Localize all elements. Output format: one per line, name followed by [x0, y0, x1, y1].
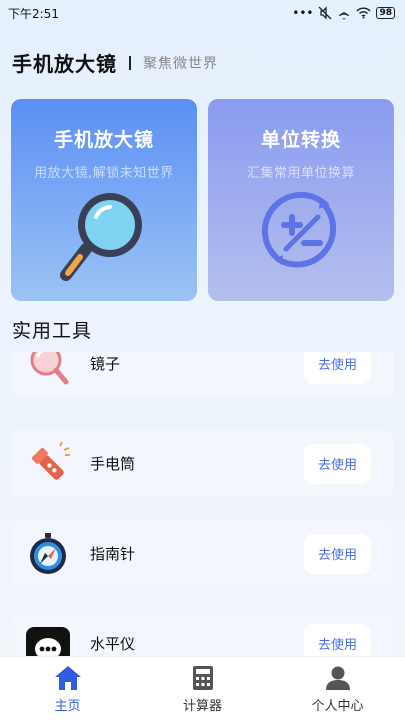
- page-subtitle: 聚焦微世界: [143, 55, 218, 72]
- status-bar: 下午2:51 ••• 98: [0, 0, 405, 26]
- home-icon: [54, 666, 81, 690]
- tool-list[interactable]: 镜子 去使用 手电筒 去使用 指南针 去使用 水平仪 去使用: [0, 352, 405, 656]
- unit-convert-icon: [261, 191, 337, 268]
- more-dots-icon: •••: [292, 6, 314, 20]
- nav-label-profile: 个人中心: [311, 699, 364, 714]
- flashlight-icon: [25, 441, 71, 487]
- card-title: 单位转换: [260, 129, 341, 151]
- bottom-nav: 主页 计算器 个人中心: [0, 656, 405, 720]
- battery-indicator: 98: [376, 7, 395, 19]
- wifi-icon: [356, 7, 371, 19]
- person-icon: [325, 666, 350, 690]
- tool-row-flashlight[interactable]: 手电筒 去使用: [11, 430, 394, 497]
- mute-icon: [319, 6, 332, 20]
- level-icon: [25, 621, 71, 656]
- nav-label-home: 主页: [54, 699, 81, 714]
- mirror-icon: [25, 352, 71, 387]
- tool-name: 镜子: [90, 355, 121, 373]
- nav-item-home[interactable]: 主页: [0, 657, 135, 720]
- nav-item-profile[interactable]: 个人中心: [270, 657, 405, 720]
- tool-row-mirror[interactable]: 镜子 去使用: [11, 352, 394, 397]
- calculator-icon: [192, 666, 213, 690]
- use-button-mirror[interactable]: 去使用: [304, 352, 371, 384]
- nav-label-calculator: 计算器: [182, 699, 222, 714]
- header: 手机放大镜 聚焦微世界: [12, 48, 218, 77]
- header-divider: [129, 55, 131, 70]
- tool-row-level[interactable]: 水平仪 去使用: [11, 610, 394, 656]
- nav-item-calculator[interactable]: 计算器: [135, 657, 270, 720]
- magnifier-card[interactable]: 手机放大镜 用放大镜,解锁未知世界: [11, 99, 197, 301]
- card-desc: 用放大镜,解锁未知世界: [34, 166, 174, 181]
- tool-row-compass[interactable]: 指南针 去使用: [11, 520, 394, 587]
- status-icons: ••• 98: [292, 6, 395, 20]
- magnifier-icon: [60, 193, 142, 281]
- use-button-flashlight[interactable]: 去使用: [304, 443, 371, 484]
- use-button-compass[interactable]: 去使用: [304, 533, 371, 574]
- page-title: 手机放大镜: [12, 52, 117, 76]
- compass-icon: [25, 531, 71, 577]
- section-title: 实用工具: [12, 320, 93, 342]
- card-desc: 汇集常用单位换算: [246, 166, 355, 181]
- tool-name: 手电筒: [90, 455, 136, 473]
- status-time: 下午2:51: [8, 6, 59, 21]
- tool-name: 指南针: [90, 545, 136, 563]
- unit-convert-card[interactable]: 单位转换 汇集常用单位换算: [208, 99, 394, 301]
- airplane-icon: [339, 7, 350, 20]
- card-title: 手机放大镜: [53, 129, 154, 151]
- use-button-level[interactable]: 去使用: [304, 623, 371, 656]
- tool-name: 水平仪: [90, 635, 136, 653]
